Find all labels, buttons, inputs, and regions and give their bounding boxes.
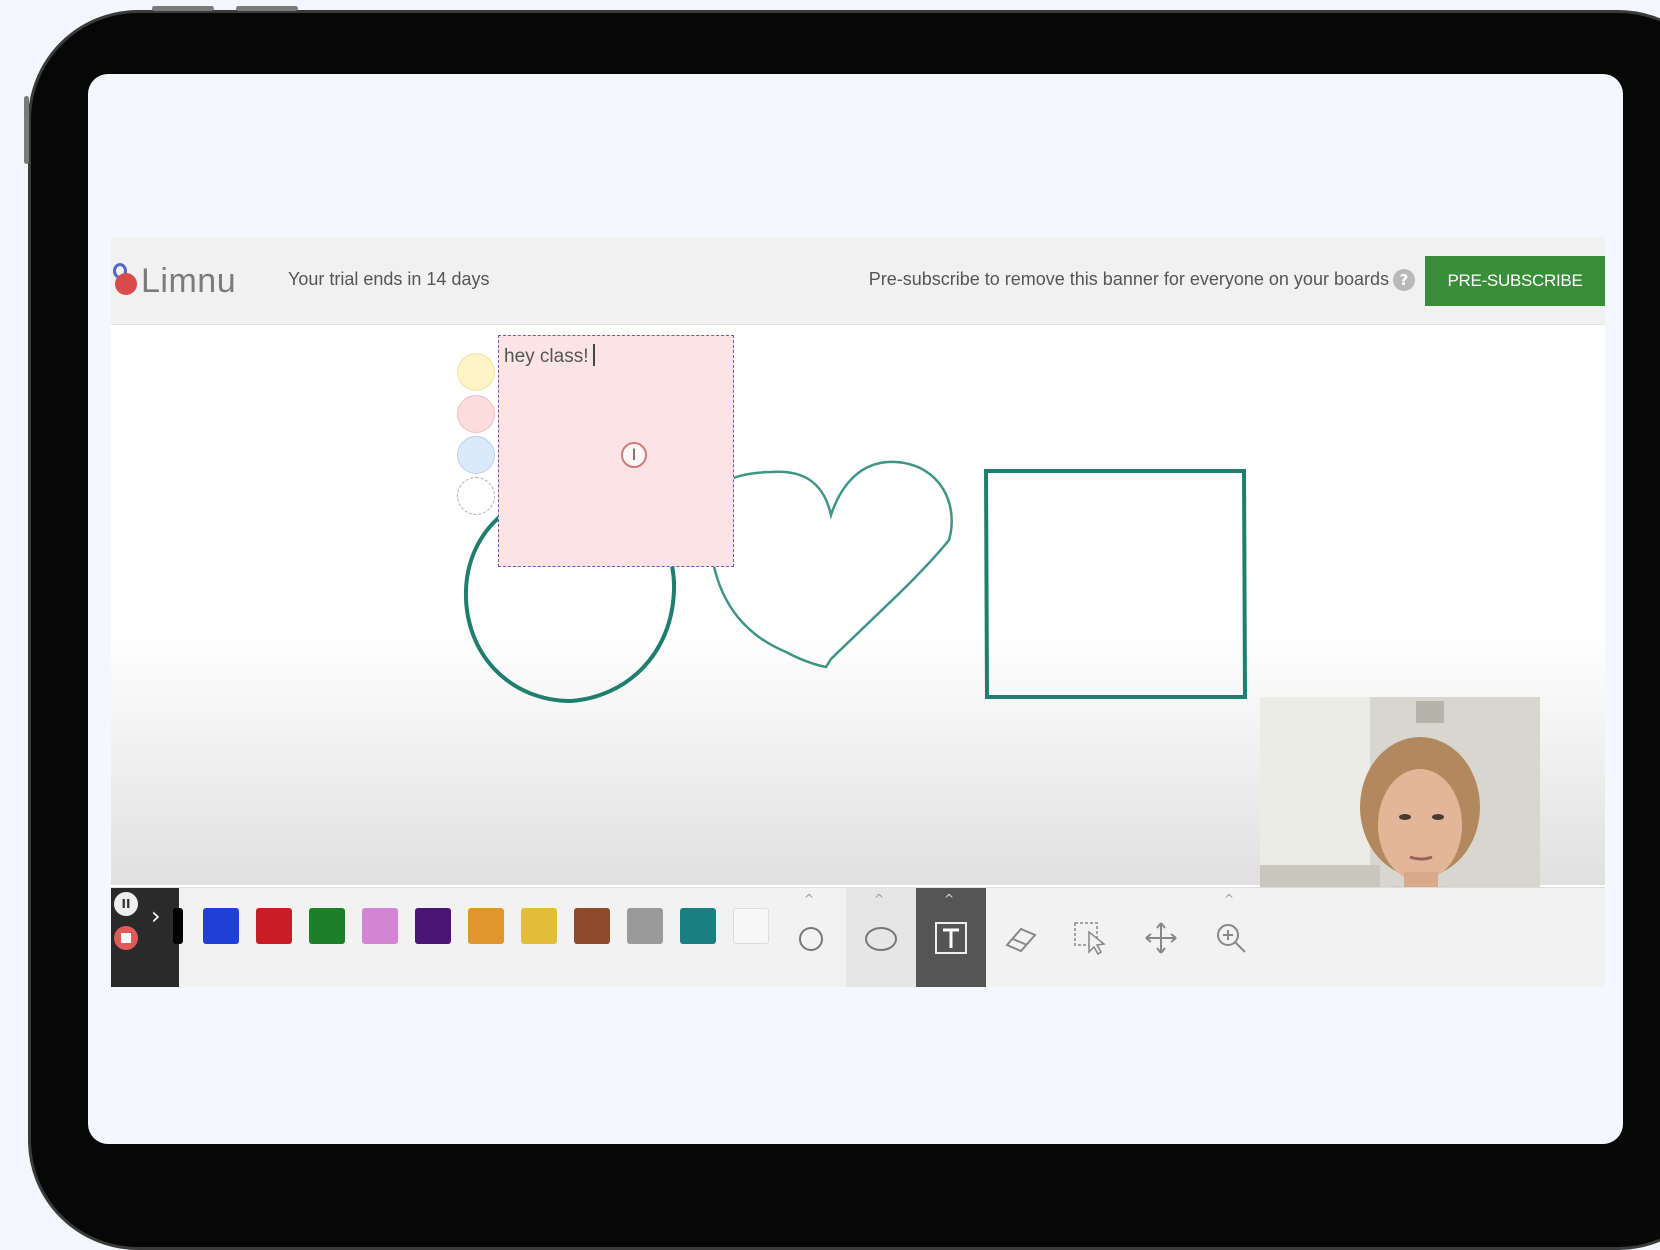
color-swatch[interactable]: [256, 908, 292, 944]
drawn-heart[interactable]: [708, 460, 953, 669]
eraser-tool[interactable]: [986, 888, 1056, 987]
recording-controls: II ›: [111, 888, 179, 987]
color-swatch[interactable]: [574, 908, 610, 944]
eraser-icon: [1005, 927, 1037, 953]
limnu-app: Limnu Your trial ends in 14 days Pre-sub…: [111, 237, 1605, 987]
sticky-color-yellow[interactable]: [457, 353, 495, 391]
expand-chevron-icon[interactable]: ›: [151, 902, 161, 930]
circle-outline-icon: [799, 927, 823, 951]
move-tool[interactable]: [1126, 888, 1196, 987]
zoom-tool[interactable]: ^: [1196, 888, 1266, 987]
color-swatch[interactable]: [203, 908, 239, 944]
select-tool[interactable]: [1056, 888, 1126, 987]
logo-text: Limnu: [141, 261, 237, 300]
tablet-side-button: [24, 96, 29, 164]
sticky-color-none[interactable]: [457, 477, 495, 515]
text-caret: [593, 344, 596, 366]
color-swatch[interactable]: [173, 908, 183, 944]
tablet-top-button: [152, 6, 214, 11]
color-swatch[interactable]: [468, 908, 504, 944]
bottom-toolbar: II › ^ ^ ^ ^: [111, 887, 1605, 987]
circle-tool[interactable]: ^: [776, 888, 846, 987]
move-arrows-icon: [1145, 922, 1177, 954]
trial-banner: Limnu Your trial ends in 14 days Pre-sub…: [111, 237, 1605, 325]
trial-countdown: Your trial ends in 14 days: [288, 269, 490, 289]
help-icon[interactable]: ?: [1393, 269, 1415, 291]
limnu-logo: Limnu: [111, 261, 236, 301]
sticky-note-text[interactable]: hey class!: [504, 344, 596, 368]
text-cursor-icon: I: [621, 442, 647, 468]
text-tool[interactable]: ^: [916, 888, 986, 987]
color-swatch[interactable]: [627, 908, 663, 944]
tablet-screen: Limnu Your trial ends in 14 days Pre-sub…: [88, 74, 1623, 1144]
tablet-top-button-2: [236, 6, 298, 11]
chevron-up-icon: ^: [804, 892, 815, 906]
chevron-up-icon: ^: [1224, 892, 1235, 906]
text-t-icon: [935, 922, 967, 954]
ellipse-tool[interactable]: ^: [846, 888, 916, 987]
color-swatch[interactable]: [362, 908, 398, 944]
sticky-note[interactable]: hey class! I: [498, 335, 734, 567]
pointer-select-icon: [1074, 922, 1106, 956]
color-swatch[interactable]: [309, 908, 345, 944]
chevron-up-icon: ^: [944, 892, 955, 906]
color-swatch[interactable]: [415, 908, 451, 944]
presubscribe-message: Pre-subscribe to remove this banner for …: [868, 269, 1389, 289]
chevron-up-icon: ^: [874, 892, 885, 906]
ellipse-outline-icon: [865, 927, 897, 951]
sticky-color-blue[interactable]: [457, 436, 495, 474]
color-swatch[interactable]: [680, 908, 716, 944]
pause-recording-button[interactable]: II: [114, 892, 138, 916]
color-swatch[interactable]: [733, 908, 769, 944]
presubscribe-button[interactable]: PRE-SUBSCRIBE: [1425, 256, 1605, 306]
sticky-color-pink[interactable]: [457, 395, 495, 433]
drawn-rectangle[interactable]: [983, 469, 1248, 699]
stop-recording-button[interactable]: [114, 926, 138, 950]
zoom-in-icon: [1217, 924, 1246, 953]
color-swatch[interactable]: [521, 908, 557, 944]
limnu-logo-icon: [111, 261, 141, 301]
